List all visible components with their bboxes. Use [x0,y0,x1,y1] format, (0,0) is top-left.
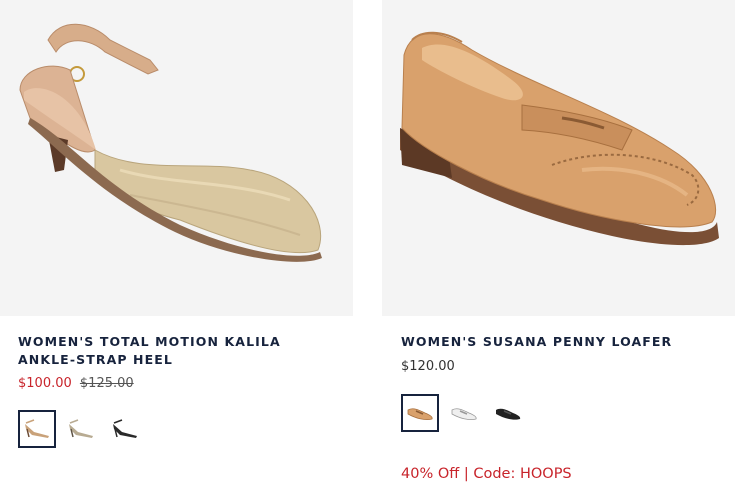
product-title[interactable]: WOMEN'S TOTAL MOTION KALILA ANKLE-STRAP … [18,333,338,369]
taupe-heel-icon [69,419,93,438]
price-group: $100.00 $125.00 [18,376,134,391]
swatch-white[interactable] [445,394,483,432]
black-loafer-icon [496,408,521,420]
white-loafer-icon [451,408,477,421]
product-image-kalila-heel[interactable] [0,0,353,316]
original-price: $125.00 [79,376,134,391]
swatch-black[interactable] [106,410,144,448]
swatch-black[interactable] [489,394,527,432]
color-swatches [18,410,144,448]
swatch-nude[interactable] [18,410,56,448]
swatch-tan[interactable] [401,394,439,432]
color-swatches [401,394,527,432]
regular-price: $120.00 [401,359,455,374]
swatch-taupe[interactable] [62,410,100,448]
kalila-heel-illustration [19,23,322,262]
nude-heel-icon [25,419,49,438]
black-heel-icon [113,419,137,438]
product-card-susana[interactable]: WOMEN'S SUSANA PENNY LOAFER $120.00 40% … [382,0,735,482]
promo-text: 40% Off | Code: HOOPS [401,466,572,482]
susana-loafer-illustration [400,31,719,246]
product-image-susana-loafer[interactable] [382,0,735,316]
product-title[interactable]: WOMEN'S SUSANA PENNY LOAFER [401,333,721,351]
sale-price: $100.00 [18,376,72,391]
product-card-kalila[interactable]: WOMEN'S TOTAL MOTION KALILA ANKLE-STRAP … [0,0,353,448]
price-group: $120.00 [401,359,455,374]
tan-loafer-icon [407,408,433,421]
